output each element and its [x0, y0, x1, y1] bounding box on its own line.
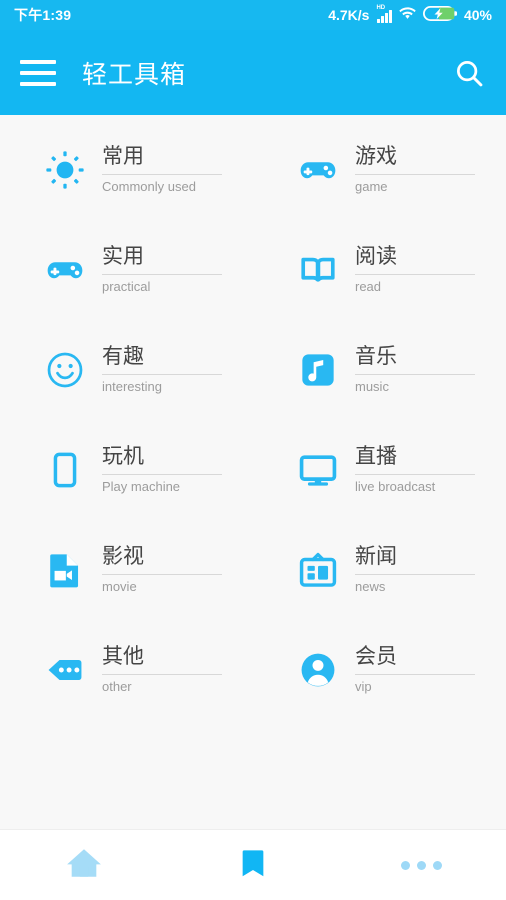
category-label-en: news [355, 579, 386, 595]
category-label-cn: 新闻 [355, 545, 475, 576]
user-circle-icon [295, 647, 341, 693]
status-bar: 下午1:39 4.7K/s HD 40% [0, 0, 506, 30]
category-text: 会员 vip [355, 645, 475, 694]
category-label-en: vip [355, 679, 372, 695]
nav-item-home[interactable] [0, 830, 169, 900]
category-item-read[interactable]: 阅读 read [253, 233, 506, 333]
category-label-cn: 会员 [355, 645, 475, 676]
sun-icon [42, 147, 88, 193]
bookmark-icon [236, 844, 270, 887]
music-note-icon [295, 347, 341, 393]
network-speed-label: 4.7K/s [328, 7, 370, 23]
gamepad-icon [295, 147, 341, 193]
category-text: 玩机 Play machine [102, 445, 222, 494]
category-label-en: interesting [102, 379, 162, 395]
battery-charging-icon [422, 5, 457, 24]
category-label-cn: 有趣 [102, 345, 222, 376]
category-label-en: movie [102, 579, 137, 595]
category-label-cn: 影视 [102, 545, 222, 576]
category-label-en: Play machine [102, 479, 181, 495]
category-label-en: live broadcast [355, 479, 436, 495]
category-label-cn: 实用 [102, 245, 222, 276]
category-text: 音乐 music [355, 345, 475, 394]
video-file-icon [42, 547, 88, 593]
app-screen: 下午1:39 4.7K/s HD 40% 轻工具箱 常用 Commonly us… [0, 0, 506, 900]
search-icon[interactable] [452, 56, 486, 90]
hd-label: HD [376, 4, 386, 11]
category-label-cn: 直播 [355, 445, 475, 476]
category-grid: 常用 Commonly used 游戏 game 实用 practical 阅读… [0, 133, 506, 733]
category-item-movie[interactable]: 影视 movie [0, 533, 253, 633]
signal-bars [377, 9, 392, 23]
category-label-en: other [102, 679, 132, 695]
newspaper-icon [295, 547, 341, 593]
smiley-face-icon [42, 347, 88, 393]
category-label-en: music [355, 379, 389, 395]
hamburger-menu-icon[interactable] [20, 59, 56, 86]
category-label-en: read [355, 279, 382, 295]
home-icon [63, 842, 105, 889]
page-title: 轻工具箱 [82, 60, 187, 89]
category-label-cn: 常用 [102, 145, 222, 176]
category-text: 其他 other [102, 645, 222, 694]
category-text: 影视 movie [102, 545, 222, 594]
category-item-live-broadcast[interactable]: 直播 live broadcast [253, 433, 506, 533]
tag-dots-icon [42, 647, 88, 693]
category-label-cn: 阅读 [355, 245, 475, 276]
category-label-en: Commonly used [102, 179, 196, 195]
category-text: 新闻 news [355, 545, 475, 594]
category-text: 直播 live broadcast [355, 445, 475, 494]
smartphone-icon [42, 447, 88, 493]
category-item-game[interactable]: 游戏 game [253, 133, 506, 233]
bottom-navigation-bar [0, 829, 506, 900]
category-text: 常用 Commonly used [102, 145, 222, 194]
category-label-cn: 音乐 [355, 345, 475, 376]
battery-percent-label: 40% [463, 7, 492, 23]
category-list: 常用 Commonly used 游戏 game 实用 practical 阅读… [0, 115, 506, 829]
category-label-en: practical [102, 279, 151, 295]
category-item-play-machine[interactable]: 玩机 Play machine [0, 433, 253, 533]
category-text: 游戏 game [355, 145, 475, 194]
category-item-commonly-used[interactable]: 常用 Commonly used [0, 133, 253, 233]
category-text: 阅读 read [355, 245, 475, 294]
category-label-cn: 其他 [102, 645, 222, 676]
nav-item-more[interactable] [337, 830, 506, 900]
more-dots-icon [401, 860, 443, 870]
category-text: 实用 practical [102, 245, 222, 294]
category-item-news[interactable]: 新闻 news [253, 533, 506, 633]
category-item-interesting[interactable]: 有趣 interesting [0, 333, 253, 433]
category-item-music[interactable]: 音乐 music [253, 333, 506, 433]
status-time: 下午1:39 [14, 7, 72, 23]
category-text: 有趣 interesting [102, 345, 222, 394]
category-label-cn: 玩机 [102, 445, 222, 476]
wifi-icon [399, 7, 416, 23]
category-item-vip[interactable]: 会员 vip [253, 633, 506, 733]
category-item-practical[interactable]: 实用 practical [0, 233, 253, 333]
cellular-signal-icon: HD [376, 4, 392, 23]
status-indicators: 4.7K/s HD 40% [328, 4, 492, 24]
category-item-other[interactable]: 其他 other [0, 633, 253, 733]
nav-item-bookmark[interactable] [169, 830, 338, 900]
gamepad-icon [42, 247, 88, 293]
category-label-en: game [355, 179, 388, 195]
category-label-cn: 游戏 [355, 145, 475, 176]
open-book-icon [295, 247, 341, 293]
monitor-icon [295, 447, 341, 493]
app-bar: 轻工具箱 [0, 30, 506, 115]
